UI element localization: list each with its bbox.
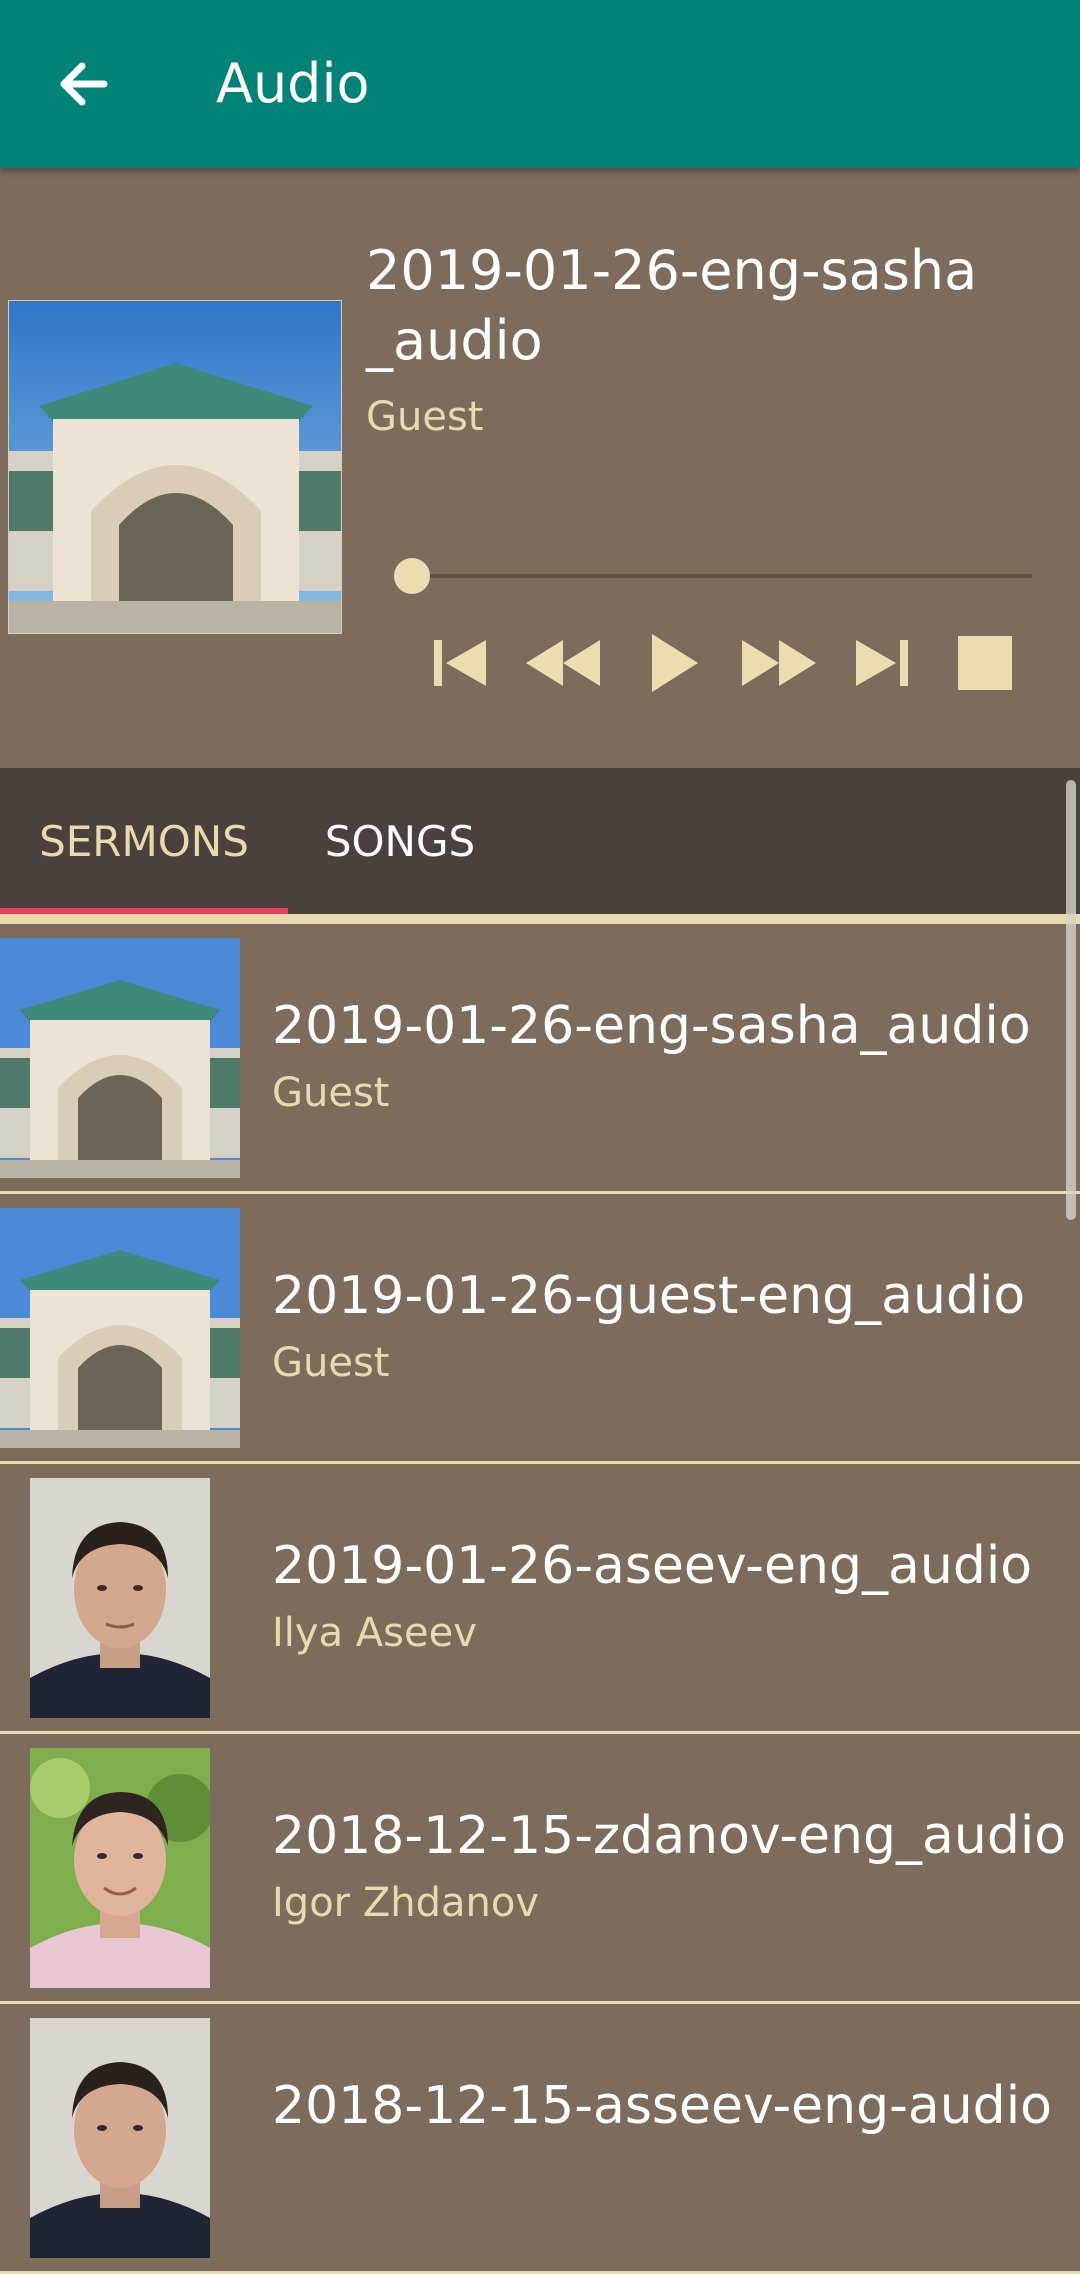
back-button[interactable] xyxy=(44,44,124,124)
album-art xyxy=(8,300,342,634)
avatar xyxy=(30,2018,210,2258)
sermon-list[interactable]: 2019-01-26-eng-sasha_audio Guest 2019-01… xyxy=(0,924,1080,2274)
rewind-icon xyxy=(526,640,600,686)
item-title: 2018-12-15-zdanov-eng_audio xyxy=(272,1806,1067,1866)
tab-sermons[interactable]: SERMONS xyxy=(0,768,288,914)
now-playing-panel: 2019-01-26-eng-sasha _audio Guest xyxy=(0,168,1080,768)
list-item[interactable]: 2019-01-26-eng-sasha_audio Guest xyxy=(0,924,1080,1194)
stop-icon xyxy=(958,636,1012,690)
play-icon xyxy=(652,634,698,692)
thumbnail xyxy=(0,938,240,1178)
divider xyxy=(0,914,1080,924)
item-artist: Guest xyxy=(272,1340,390,1386)
item-title: 2019-01-26-guest-eng_audio xyxy=(272,1266,1026,1326)
track-artist: Guest xyxy=(366,394,484,440)
fast-forward-button[interactable] xyxy=(734,618,824,708)
item-title: 2019-01-26-eng-sasha_audio xyxy=(272,996,1031,1056)
avatar xyxy=(30,1748,210,1988)
play-button[interactable] xyxy=(628,618,718,708)
list-item[interactable]: 2018-12-15-zdanov-eng_audio Igor Zhdanov xyxy=(0,1734,1080,2004)
list-item[interactable]: 2018-12-15-asseev-eng-audio xyxy=(0,2004,1080,2274)
track-title: 2019-01-26-eng-sasha _audio xyxy=(366,239,978,372)
item-title: 2019-01-26-aseev-eng_audio xyxy=(272,1536,1033,1596)
stop-button[interactable] xyxy=(940,618,1030,708)
avatar xyxy=(30,1478,210,1718)
item-title: 2018-12-15-asseev-eng-audio xyxy=(272,2076,1052,2136)
scrollbar[interactable] xyxy=(1066,780,1076,1220)
list-item[interactable]: 2019-01-26-guest-eng_audio Guest xyxy=(0,1194,1080,1464)
skip-next-icon xyxy=(856,640,908,686)
skip-next-button[interactable] xyxy=(836,618,926,708)
rewind-button[interactable] xyxy=(518,618,608,708)
seek-bar[interactable] xyxy=(412,574,1032,578)
tab-songs[interactable]: SONGS xyxy=(288,768,512,914)
item-artist: Guest xyxy=(272,1070,390,1116)
arrow-left-icon xyxy=(60,62,108,106)
seek-thumb[interactable] xyxy=(394,558,430,594)
app-bar: Audio xyxy=(0,0,1080,168)
skip-previous-icon xyxy=(434,640,486,686)
thumbnail xyxy=(0,1208,240,1448)
page-title: Audio xyxy=(216,52,370,115)
skip-previous-button[interactable] xyxy=(416,618,506,708)
fast-forward-icon xyxy=(742,640,816,686)
list-item[interactable]: 2019-01-26-aseev-eng_audio Ilya Aseev xyxy=(0,1464,1080,1734)
item-artist: Igor Zhdanov xyxy=(272,1880,539,1926)
tab-bar: SERMONS SONGS xyxy=(0,768,1080,914)
item-artist: Ilya Aseev xyxy=(272,1610,477,1656)
